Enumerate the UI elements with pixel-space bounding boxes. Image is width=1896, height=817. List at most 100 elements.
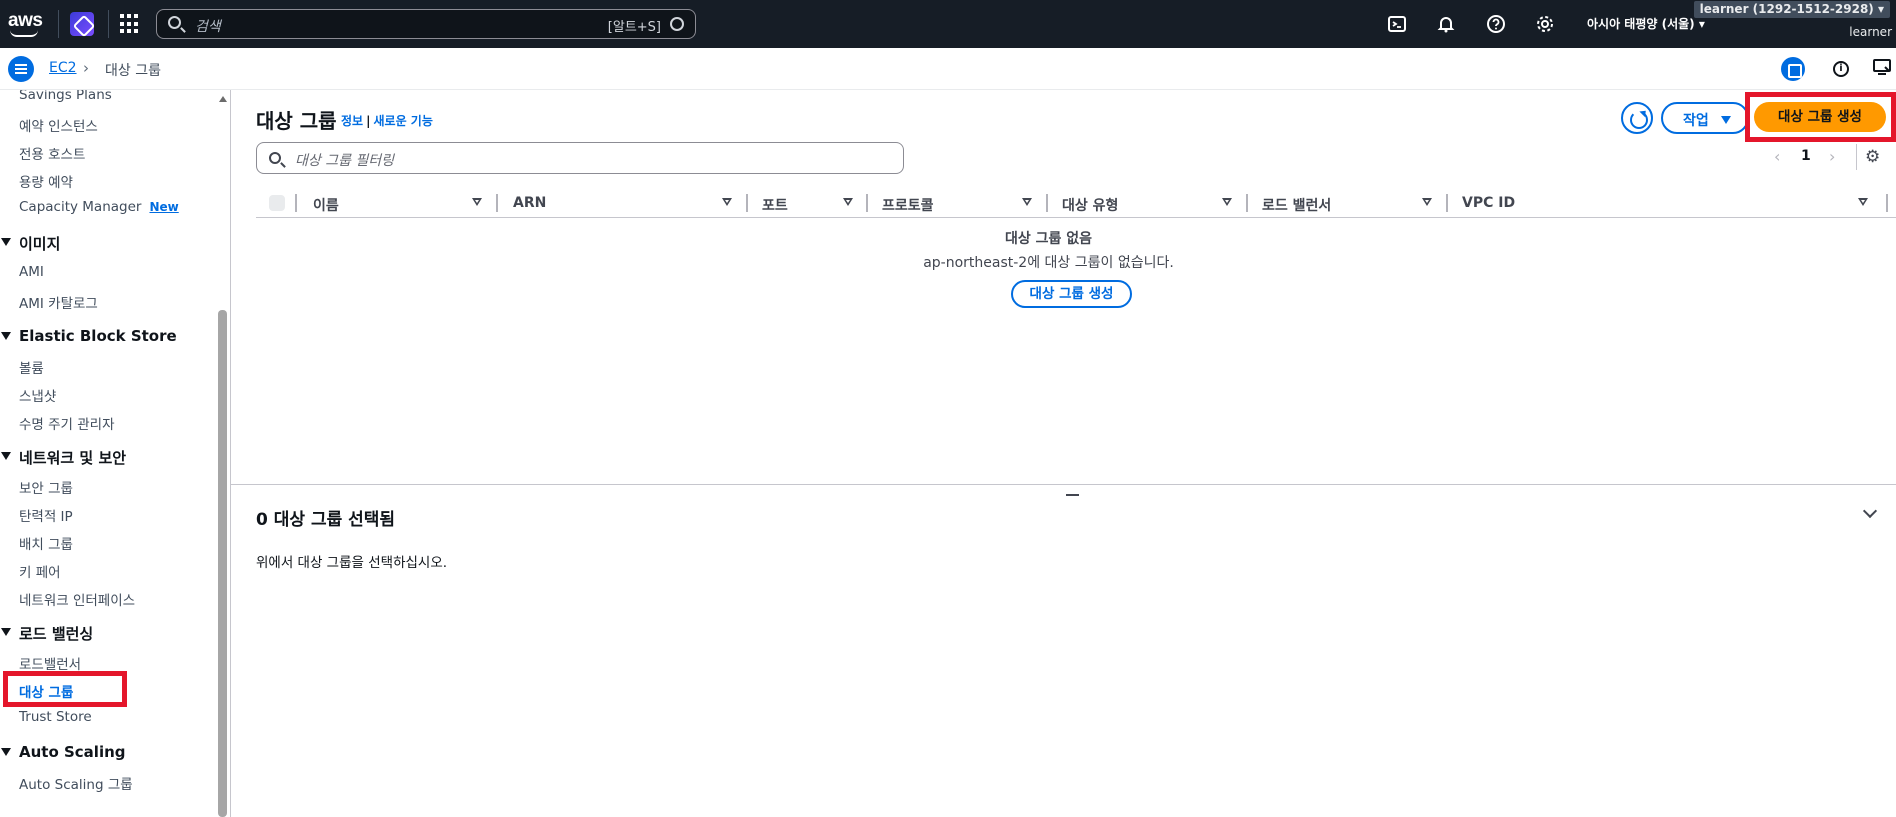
aws-logo[interactable]: aws	[8, 10, 43, 38]
column-header-vpc-id[interactable]: VPC ID	[1462, 195, 1515, 211]
detail-panel-description: 위에서 대상 그룹을 선택하십시오.	[256, 555, 448, 571]
sort-icon[interactable]	[1222, 198, 1232, 206]
column-separator[interactable]	[496, 194, 498, 212]
search-icon	[168, 16, 181, 29]
caret-down-icon[interactable]	[1, 332, 11, 340]
chevron-down-icon[interactable]	[1862, 503, 1878, 519]
split-panel-icon[interactable]	[1781, 57, 1805, 81]
sort-icon[interactable]	[1022, 198, 1032, 206]
pagination-next-icon[interactable]: ›	[1829, 147, 1835, 166]
sidebar-section-auto-scaling[interactable]: Auto Scaling	[19, 743, 126, 761]
caret-down-icon[interactable]	[1, 238, 11, 246]
caret-down-icon	[1721, 116, 1731, 124]
sidebar-item-key-pairs[interactable]: 키 페어	[19, 561, 61, 581]
sidebar-item-volumes[interactable]: 볼륨	[19, 357, 44, 377]
account-menu[interactable]: learner (1292-1512-2928) ▾	[1693, 1, 1890, 18]
column-header-target-type[interactable]: 대상 유형	[1062, 195, 1118, 215]
sidebar-section-network[interactable]: 네트워크 및 보안	[19, 447, 126, 468]
empty-create-target-group-button[interactable]: 대상 그룹 생성	[1011, 280, 1132, 308]
sort-icon[interactable]	[722, 198, 732, 206]
breadcrumb-bar: EC2 › 대상 그룹 i	[0, 48, 1896, 90]
breadcrumb-current: 대상 그룹	[105, 63, 161, 79]
sidebar-item-lifecycle-manager[interactable]: 수명 주기 관리자	[19, 413, 115, 433]
caret-down-icon[interactable]	[1, 628, 11, 636]
sidebar-item-network-interfaces[interactable]: 네트워크 인터페이스	[19, 589, 135, 609]
create-target-group-button[interactable]: 대상 그룹 생성	[1754, 102, 1886, 132]
region-selector[interactable]: 아시아 태평양 (서울) ▾	[1587, 15, 1705, 32]
search-shortcut: [알트+S]	[607, 20, 661, 35]
pagination-page[interactable]: 1	[1801, 148, 1811, 164]
column-separator[interactable]	[1246, 194, 1248, 212]
column-separator[interactable]	[1886, 194, 1888, 212]
column-separator[interactable]	[1046, 194, 1048, 212]
menu-toggle-icon[interactable]	[8, 56, 34, 82]
sidebar-item-ami-catalog[interactable]: AMI 카탈로그	[19, 292, 98, 312]
column-header-name[interactable]: 이름	[313, 195, 339, 215]
column-separator[interactable]	[866, 194, 868, 212]
sidebar-section-load-balancing[interactable]: 로드 밸런싱	[19, 623, 93, 644]
column-separator[interactable]	[1446, 194, 1448, 212]
sidebar-item-capacity-reservations[interactable]: 용량 예약	[19, 171, 73, 191]
filter-input[interactable]: 대상 그룹 필터링	[256, 142, 904, 174]
services-grid-icon[interactable]	[120, 14, 140, 34]
column-header-arn[interactable]: ARN	[513, 195, 546, 211]
sort-icon[interactable]	[472, 198, 482, 206]
feedback-icon[interactable]	[1872, 57, 1896, 81]
sidebar-item-security-groups[interactable]: 보안 그룹	[19, 477, 73, 497]
user-name: learner	[1849, 25, 1892, 39]
divider	[1856, 144, 1857, 170]
sort-icon[interactable]	[1858, 198, 1868, 206]
scroll-up-icon[interactable]	[219, 96, 227, 102]
search-placeholder: 검색	[195, 19, 221, 35]
sort-icon[interactable]	[1422, 198, 1432, 206]
empty-state-title: 대상 그룹 없음	[1004, 231, 1093, 247]
cloudshell-icon[interactable]	[1387, 14, 1407, 34]
service-icon[interactable]	[70, 12, 94, 36]
detail-panel-title: 0 대상 그룹 선택됨	[256, 510, 396, 530]
split-panel-resize-handle[interactable]	[1066, 494, 1079, 496]
select-all-checkbox[interactable]	[269, 195, 285, 211]
refresh-button[interactable]	[1621, 102, 1653, 134]
scrollbar-thumb[interactable]	[218, 310, 227, 817]
target-groups-table-panel: 대상 그룹 정보 | 새로운 기능 작업 대상 그룹 생성 대상 그룹 필터링 ‹ …	[231, 90, 1896, 485]
sidebar-item-target-groups[interactable]: 대상 그룹	[3, 671, 127, 707]
sidebar-item-auto-scaling-groups[interactable]: Auto Scaling 그룹	[19, 773, 133, 793]
filter-placeholder: 대상 그룹 필터링	[295, 153, 395, 169]
sidebar-item-dedicated-hosts[interactable]: 전용 호스트	[19, 143, 85, 163]
nav-divider	[108, 10, 109, 38]
sidebar-item-reserved-instances[interactable]: 예약 인스턴스	[19, 115, 98, 135]
sidebar-item-capacity-manager[interactable]: Capacity Manager New	[19, 199, 179, 215]
pagination-prev-icon[interactable]: ‹	[1774, 147, 1780, 166]
bell-icon[interactable]	[1436, 14, 1456, 34]
breadcrumb-ec2-link[interactable]: EC2	[49, 60, 77, 76]
sidebar-section-images[interactable]: 이미지	[19, 233, 60, 254]
info-link[interactable]: 정보	[341, 114, 363, 128]
table-settings-gear-icon[interactable]: ⚙	[1865, 148, 1883, 166]
nav-divider	[58, 10, 59, 38]
sidebar-item-ami[interactable]: AMI	[19, 264, 44, 280]
sidebar-item-savings-plans[interactable]: Savings Plans	[19, 90, 112, 103]
sidebar-item-elastic-ips[interactable]: 탄력적 IP	[19, 505, 73, 525]
sidebar-item-placement-groups[interactable]: 배치 그룹	[19, 533, 73, 553]
sidebar-item-load-balancers[interactable]: 로드밸런서	[19, 653, 81, 673]
info-icon[interactable]: i	[1833, 61, 1849, 77]
sidebar-item-snapshots[interactable]: 스냅샷	[19, 385, 56, 405]
new-features-link[interactable]: 새로운 기능	[373, 114, 432, 128]
sort-icon[interactable]	[843, 198, 853, 206]
help-icon[interactable]	[1486, 14, 1506, 34]
header-links: 정보 | 새로운 기능	[341, 112, 433, 129]
new-badge: New	[149, 200, 179, 214]
sidebar-item-trust-stores[interactable]: Trust Store	[19, 709, 92, 725]
caret-down-icon[interactable]	[1, 748, 11, 756]
column-separator[interactable]	[295, 194, 297, 212]
caret-down-icon[interactable]	[1, 452, 11, 460]
column-header-port[interactable]: 포트	[762, 195, 788, 215]
sidebar-section-ebs[interactable]: Elastic Block Store	[19, 327, 177, 345]
column-header-load-balancer[interactable]: 로드 밸런서	[1262, 195, 1331, 215]
column-separator[interactable]	[746, 194, 748, 212]
column-header-protocol[interactable]: 프로토콜	[882, 195, 934, 215]
search-input[interactable]: 검색 [알트+S]	[156, 9, 696, 39]
settings-icon[interactable]	[1535, 14, 1555, 34]
link-separator: |	[366, 114, 371, 128]
actions-dropdown-button[interactable]: 작업	[1661, 102, 1749, 134]
